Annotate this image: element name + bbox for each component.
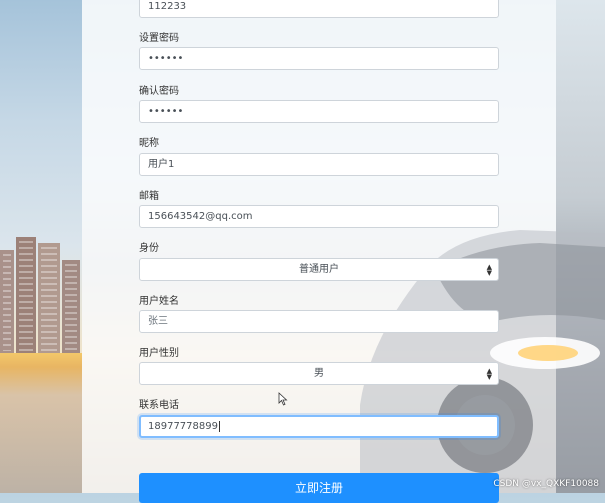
password-label: 设置密码	[139, 33, 179, 44]
gender-select[interactable]: 男 ▲ ▼	[139, 362, 499, 385]
real-name-input[interactable]: 张三	[139, 310, 499, 333]
register-button[interactable]: 立即注册	[139, 473, 499, 503]
confirm-password-input[interactable]: ••••••	[139, 100, 499, 123]
mouse-cursor-icon	[278, 392, 288, 406]
select-caret-icon: ▲ ▼	[486, 367, 492, 381]
gender-label: 用户性别	[139, 348, 179, 359]
real-name-label: 用户姓名	[139, 296, 179, 307]
phone-input[interactable]: 18977778899	[139, 415, 499, 438]
nickname-input[interactable]: 用户1	[139, 153, 499, 176]
watermark: CSDN @vx_QXKF10088	[493, 479, 599, 489]
email-label: 邮箱	[139, 191, 159, 202]
nickname-label: 昵称	[139, 138, 159, 149]
select-caret-icon: ▲ ▼	[486, 263, 492, 277]
gender-select-value: 男	[314, 368, 324, 379]
identity-label: 身份	[139, 243, 159, 254]
text-cursor	[219, 421, 220, 432]
email-input[interactable]: 156643542@qq.com	[139, 205, 499, 228]
identity-select[interactable]: 普通用户 ▲ ▼	[139, 258, 499, 281]
identity-select-value: 普通用户	[299, 264, 339, 275]
confirm-password-label: 确认密码	[139, 86, 179, 97]
phone-label: 联系电话	[139, 400, 179, 411]
account-input[interactable]: 112233	[139, 0, 499, 18]
password-input[interactable]: ••••••	[139, 47, 499, 70]
phone-input-value: 18977778899	[148, 421, 218, 432]
background-city-left	[0, 0, 82, 493]
